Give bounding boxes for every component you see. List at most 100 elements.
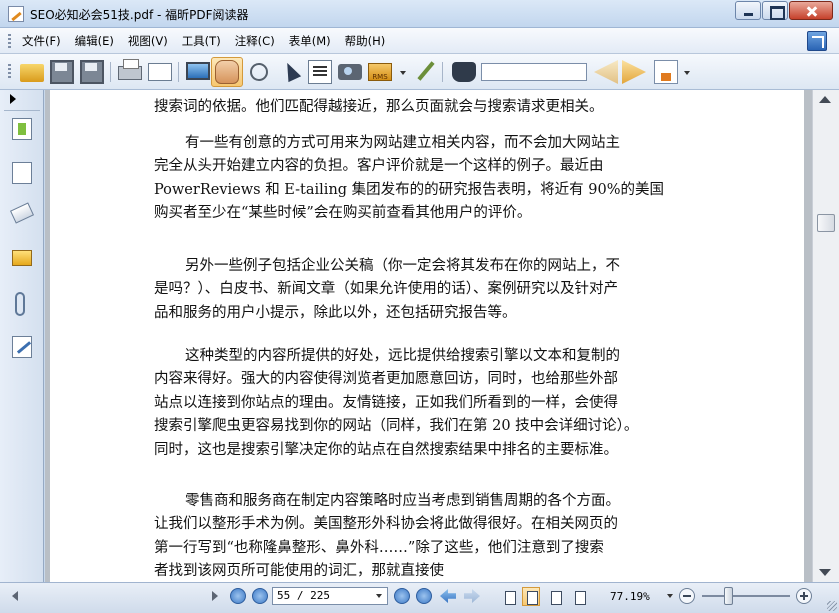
text-line: 同时，这也是搜索引擎决定你的站点在自然搜索结果中排名的主要标准。 xyxy=(154,441,618,458)
last-page-icon[interactable] xyxy=(416,588,432,604)
paragraph-2: 有一些有创意的方式可用来为网站建立相关内容，而不会加大网站主 完全从头开始建立内… xyxy=(154,132,729,226)
zoom-dropdown-icon[interactable] xyxy=(667,594,673,598)
paragraph-4: 这种类型的内容所提供的好处，远比提供给搜索引擎以文本和复制的 内容来得好。强大的… xyxy=(154,345,729,462)
menu-bar: 文件(F) 编辑(E) 视图(V) 工具(T) 注释(C) 表单(M) 帮助(H… xyxy=(0,28,839,54)
text-line: 是吗？）、白皮书、新闻文章（如果允许使用的话）、案例研究以及针对产 xyxy=(154,281,618,298)
previous-page-icon[interactable] xyxy=(252,588,268,604)
go-forward-icon[interactable] xyxy=(464,589,480,603)
first-page-icon[interactable] xyxy=(230,588,246,604)
menu-edit[interactable]: 编辑(E) xyxy=(75,33,114,49)
bookmarks-icon[interactable] xyxy=(12,162,32,184)
next-page-icon[interactable] xyxy=(394,588,410,604)
page-number-field[interactable]: 55 / 225 xyxy=(272,587,388,605)
search-options-dropdown-icon[interactable] xyxy=(684,71,690,75)
scroll-left-icon[interactable] xyxy=(12,591,18,601)
scroll-right-icon[interactable] xyxy=(212,591,218,601)
fullscreen-icon[interactable] xyxy=(186,62,210,80)
search-options-icon[interactable] xyxy=(654,60,678,84)
pdf-page: 搜索词的依据。他们匹配得越接近，那么页面就会与搜索请求更相关。 有一些有创意的方… xyxy=(50,90,804,582)
text-line: 品和服务的用户小提示，除此以外，还包括研究报告等。 xyxy=(154,304,517,321)
toolbar-separator xyxy=(442,62,443,82)
save-as-icon[interactable] xyxy=(80,60,104,84)
expand-icon[interactable] xyxy=(807,31,827,51)
foxit-app-icon xyxy=(8,6,24,22)
document-view[interactable]: 搜索词的依据。他们匹配得越接近，那么页面就会与搜索请求更相关。 有一些有创意的方… xyxy=(45,90,812,582)
single-page-icon[interactable] xyxy=(500,587,518,606)
open-folder-icon[interactable] xyxy=(20,64,44,82)
save-icon[interactable] xyxy=(50,60,74,84)
text-line: 内容来得好。强大的内容使得浏览者更加愿意回访，同时，也给那些外部 xyxy=(154,371,618,388)
page-dropdown-icon[interactable] xyxy=(376,594,382,598)
paragraph-5: 零售商和服务商在制定内容策略时应当考虑到销售周期的各个方面。 让我们以整形手术为… xyxy=(154,490,729,582)
text-line: 搜索词的依据。他们匹配得越接近，那么页面就会与搜索请求更相关。 xyxy=(154,99,604,115)
text-line: 搜索引擎爬虫更容易找到你的网站（同样，我们在第 20 技中会详细讨论）。 xyxy=(154,418,639,435)
panel-expand-icon[interactable] xyxy=(10,94,16,104)
toolbar-separator xyxy=(178,62,179,82)
zoom-level[interactable]: 77.19% xyxy=(610,590,650,603)
signature-icon[interactable] xyxy=(12,336,32,358)
find-previous-icon[interactable] xyxy=(594,60,618,84)
minimize-button[interactable] xyxy=(735,1,761,20)
text-line: 购买者至少在“某些时候”会在购买前查看其他用户的评价。 xyxy=(154,205,532,222)
scroll-up-icon[interactable] xyxy=(819,96,831,103)
toolbar-separator xyxy=(110,62,111,82)
menu-view[interactable]: 视图(V) xyxy=(128,33,168,49)
close-button[interactable] xyxy=(789,1,833,20)
menu-grip-icon[interactable] xyxy=(8,34,11,48)
zoom-slider-thumb[interactable] xyxy=(724,587,734,605)
text-select-icon[interactable] xyxy=(308,60,332,84)
comments-icon[interactable] xyxy=(12,250,32,266)
paragraph-3: 另外一些例子包括企业公关稿（你一定会将其发布在你的网站上，不 是吗？）、白皮书、… xyxy=(154,255,729,325)
window-controls xyxy=(734,1,833,20)
toolbar-grip-icon[interactable] xyxy=(8,64,11,78)
menu-tools[interactable]: 工具(T) xyxy=(182,33,221,49)
zoom-in-icon[interactable] xyxy=(796,588,812,604)
zoom-out-icon[interactable] xyxy=(679,588,695,604)
text-line: PowerReviews 和 E-tailing 集团发布的的研究报告表明，将近… xyxy=(154,181,665,198)
menu-forms[interactable]: 表单(M) xyxy=(289,33,331,49)
zoom-tool-icon[interactable] xyxy=(250,63,268,81)
rms-icon[interactable]: RMS xyxy=(368,63,392,81)
text-line: 这种类型的内容所提供的好处，远比提供给搜索引擎以文本和复制的 xyxy=(185,348,620,364)
continuous-facing-icon[interactable] xyxy=(570,587,588,606)
panel-separator xyxy=(4,110,40,111)
text-line: 零售商和服务商在制定内容策略时应当考虑到销售周期的各个方面。 xyxy=(185,493,620,509)
hand-tool-icon[interactable] xyxy=(215,60,239,84)
status-bar: 55 / 225 77.19% xyxy=(0,582,839,613)
rms-dropdown-icon[interactable] xyxy=(400,71,406,75)
paragraph-1: 搜索词的依据。他们匹配得越接近，那么页面就会与搜索请求更相关。 xyxy=(154,96,729,119)
text-line: 完全从头开始建立内容的负担。客户评价就是一个这样的例子。最近由 xyxy=(154,158,604,175)
find-next-icon[interactable] xyxy=(622,60,646,84)
resize-grip[interactable] xyxy=(827,601,837,611)
find-icon[interactable] xyxy=(452,62,476,82)
window-title: SEO必知必会51技.pdf - 福昕PDF阅读器 xyxy=(30,8,249,22)
facing-page-icon[interactable] xyxy=(546,587,564,606)
main-toolbar: RMS xyxy=(0,54,839,90)
snapshot-icon[interactable] xyxy=(338,64,362,80)
text-line: 第一行写到“也称隆鼻整形、鼻外科……”除了这些，他们注意到了搜索 xyxy=(154,539,604,556)
text-line: 让我们以整形手术为例。美国整形外科协会将此做得很好。在相关网页的 xyxy=(154,516,618,533)
maximize-button[interactable] xyxy=(762,1,788,20)
menu-items: 文件(F) 编辑(E) 视图(V) 工具(T) 注释(C) 表单(M) 帮助(H… xyxy=(22,33,399,49)
menu-help[interactable]: 帮助(H) xyxy=(345,33,386,49)
attachment-icon[interactable] xyxy=(15,292,25,316)
print-icon[interactable] xyxy=(118,59,142,80)
menu-comments[interactable]: 注释(C) xyxy=(235,33,275,49)
continuous-page-icon[interactable] xyxy=(522,587,540,606)
go-back-icon[interactable] xyxy=(440,589,456,603)
scroll-thumb[interactable] xyxy=(817,214,835,232)
typewriter-icon[interactable] xyxy=(417,61,435,81)
properties-icon[interactable] xyxy=(148,63,172,81)
page-thumbnails-icon[interactable] xyxy=(12,118,32,140)
zoom-slider-track[interactable] xyxy=(702,595,790,597)
scroll-down-icon[interactable] xyxy=(819,569,831,576)
text-line: 另外一些例子包括企业公关稿（你一定会将其发布在你的网站上，不 xyxy=(185,258,620,274)
vertical-scrollbar[interactable] xyxy=(812,90,839,582)
text-line: 者找到该网页所可能使用的词汇，那就直接使 xyxy=(154,563,444,580)
menu-file[interactable]: 文件(F) xyxy=(22,33,61,49)
search-input[interactable] xyxy=(481,63,587,81)
select-tool-icon[interactable] xyxy=(280,59,302,83)
title-bar: SEO必知必会51技.pdf - 福昕PDF阅读器 xyxy=(0,0,839,28)
text-line: 有一些有创意的方式可用来为网站建立相关内容，而不会加大网站主 xyxy=(185,135,620,151)
text-line: 站点以连接到你站点的理由。友情链接，正如我们所看到的一样，会使得 xyxy=(154,394,618,411)
